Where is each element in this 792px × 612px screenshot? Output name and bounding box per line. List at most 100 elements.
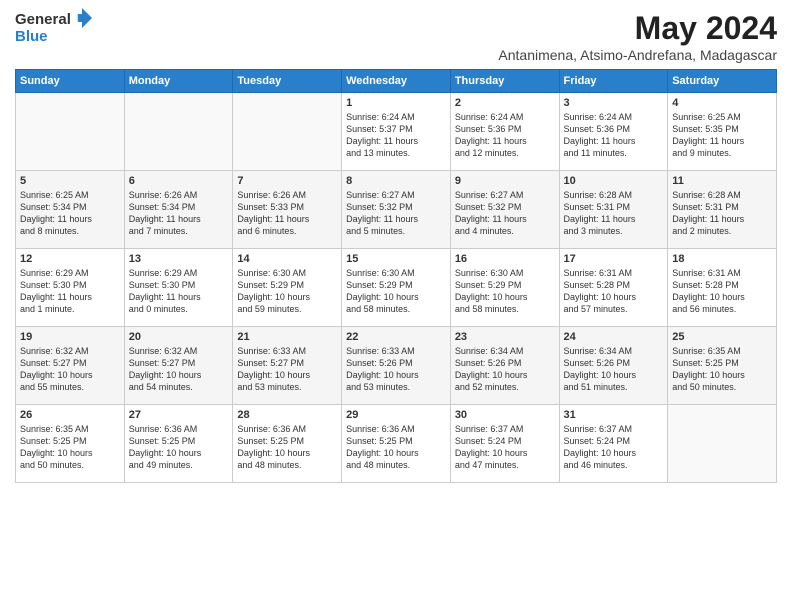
day-number: 18 — [672, 253, 772, 265]
day-info: Sunrise: 6:26 AM Sunset: 5:34 PM Dayligh… — [129, 189, 229, 238]
day-info: Sunrise: 6:24 AM Sunset: 5:37 PM Dayligh… — [346, 111, 446, 160]
day-number: 20 — [129, 331, 229, 343]
day-number: 7 — [237, 175, 337, 187]
day-info: Sunrise: 6:35 AM Sunset: 5:25 PM Dayligh… — [20, 423, 120, 472]
day-number: 13 — [129, 253, 229, 265]
calendar-cell: 31 Sunrise: 6:37 AM Sunset: 5:24 PM Dayli… — [559, 405, 668, 483]
day-info: Sunrise: 6:37 AM Sunset: 5:24 PM Dayligh… — [564, 423, 664, 472]
day-number: 26 — [20, 409, 120, 421]
day-number: 22 — [346, 331, 446, 343]
day-info: Sunrise: 6:30 AM Sunset: 5:29 PM Dayligh… — [455, 267, 555, 316]
page-container: General Blue May 2024 Antanimena, Atsimo… — [0, 0, 792, 493]
day-info: Sunrise: 6:24 AM Sunset: 5:36 PM Dayligh… — [564, 111, 664, 160]
calendar-cell: 8 Sunrise: 6:27 AM Sunset: 5:32 PM Daylig… — [342, 171, 451, 249]
logo-blue: Blue — [15, 28, 48, 45]
calendar-cell: 19Sunrise: 6:32 AM Sunset: 5:27 PM Dayli… — [16, 327, 125, 405]
calendar-cell: 29Sunrise: 6:36 AM Sunset: 5:25 PM Dayli… — [342, 405, 451, 483]
day-number: 8 — [346, 175, 446, 187]
header-sunday: Sunday — [16, 70, 125, 93]
day-number: 4 — [672, 97, 772, 109]
weekday-header-row: Sunday Monday Tuesday Wednesday Thursday… — [16, 70, 777, 93]
day-info: Sunrise: 6:36 AM Sunset: 5:25 PM Dayligh… — [129, 423, 229, 472]
calendar-cell: 1 Sunrise: 6:24 AM Sunset: 5:37 PM Daylig… — [342, 93, 451, 171]
calendar-cell: 28 Sunrise: 6:36 AM Sunset: 5:25 PM Dayli… — [233, 405, 342, 483]
day-info: Sunrise: 6:34 AM Sunset: 5:26 PM Dayligh… — [455, 345, 555, 394]
day-number: 14 — [237, 253, 337, 265]
day-info: Sunrise: 6:33 AM Sunset: 5:26 PM Dayligh… — [346, 345, 446, 394]
day-info: Sunrise: 6:29 AM Sunset: 5:30 PM Dayligh… — [129, 267, 229, 316]
calendar-cell: 4 Sunrise: 6:25 AM Sunset: 5:35 PM Daylig… — [668, 93, 777, 171]
calendar-cell: 27Sunrise: 6:36 AM Sunset: 5:25 PM Dayli… — [124, 405, 233, 483]
calendar-cell: 18Sunrise: 6:31 AM Sunset: 5:28 PM Dayli… — [668, 249, 777, 327]
calendar-cell: 3 Sunrise: 6:24 AM Sunset: 5:36 PM Daylig… — [559, 93, 668, 171]
day-info: Sunrise: 6:28 AM Sunset: 5:31 PM Dayligh… — [672, 189, 772, 238]
calendar-table: Sunday Monday Tuesday Wednesday Thursday… — [15, 69, 777, 483]
day-info: Sunrise: 6:27 AM Sunset: 5:32 PM Dayligh… — [455, 189, 555, 238]
day-info: Sunrise: 6:30 AM Sunset: 5:29 PM Dayligh… — [346, 267, 446, 316]
calendar-cell: 2Sunrise: 6:24 AM Sunset: 5:36 PM Daylig… — [450, 93, 559, 171]
calendar-cell — [124, 93, 233, 171]
day-info: Sunrise: 6:35 AM Sunset: 5:25 PM Dayligh… — [672, 345, 772, 394]
calendar-cell: 21 Sunrise: 6:33 AM Sunset: 5:27 PM Dayli… — [233, 327, 342, 405]
calendar-cell — [16, 93, 125, 171]
calendar-cell: 11 Sunrise: 6:28 AM Sunset: 5:31 PM Dayli… — [668, 171, 777, 249]
day-number: 6 — [129, 175, 229, 187]
day-info: Sunrise: 6:36 AM Sunset: 5:25 PM Dayligh… — [346, 423, 446, 472]
day-number: 21 — [237, 331, 337, 343]
header-tuesday: Tuesday — [233, 70, 342, 93]
day-info: Sunrise: 6:32 AM Sunset: 5:27 PM Dayligh… — [20, 345, 120, 394]
day-number: 10 — [564, 175, 664, 187]
header-thursday: Thursday — [450, 70, 559, 93]
calendar-week-5: 26 Sunrise: 6:35 AM Sunset: 5:25 PM Dayli… — [16, 405, 777, 483]
day-number: 28 — [237, 409, 337, 421]
header-friday: Friday — [559, 70, 668, 93]
day-info: Sunrise: 6:24 AM Sunset: 5:36 PM Dayligh… — [455, 111, 555, 160]
calendar-cell: 24Sunrise: 6:34 AM Sunset: 5:26 PM Dayli… — [559, 327, 668, 405]
calendar-cell: 12Sunrise: 6:29 AM Sunset: 5:30 PM Dayli… — [16, 249, 125, 327]
day-number: 15 — [346, 253, 446, 265]
day-number: 30 — [455, 409, 555, 421]
logo: General Blue — [15, 10, 92, 46]
day-info: Sunrise: 6:31 AM Sunset: 5:28 PM Dayligh… — [564, 267, 664, 316]
day-info: Sunrise: 6:36 AM Sunset: 5:25 PM Dayligh… — [237, 423, 337, 472]
header-monday: Monday — [124, 70, 233, 93]
header-saturday: Saturday — [668, 70, 777, 93]
calendar-cell: 6 Sunrise: 6:26 AM Sunset: 5:34 PM Daylig… — [124, 171, 233, 249]
day-number: 1 — [346, 97, 446, 109]
day-number: 5 — [20, 175, 120, 187]
calendar-cell — [233, 93, 342, 171]
location: Antanimena, Atsimo-Andrefana, Madagascar — [498, 47, 777, 63]
calendar-week-4: 19Sunrise: 6:32 AM Sunset: 5:27 PM Dayli… — [16, 327, 777, 405]
day-info: Sunrise: 6:28 AM Sunset: 5:31 PM Dayligh… — [564, 189, 664, 238]
day-number: 23 — [455, 331, 555, 343]
calendar-cell: 7 Sunrise: 6:26 AM Sunset: 5:33 PM Daylig… — [233, 171, 342, 249]
calendar-cell: 5Sunrise: 6:25 AM Sunset: 5:34 PM Daylig… — [16, 171, 125, 249]
day-info: Sunrise: 6:26 AM Sunset: 5:33 PM Dayligh… — [237, 189, 337, 238]
calendar-cell — [668, 405, 777, 483]
calendar-week-2: 5Sunrise: 6:25 AM Sunset: 5:34 PM Daylig… — [16, 171, 777, 249]
calendar-cell: 26 Sunrise: 6:35 AM Sunset: 5:25 PM Dayli… — [16, 405, 125, 483]
day-info: Sunrise: 6:33 AM Sunset: 5:27 PM Dayligh… — [237, 345, 337, 394]
day-number: 16 — [455, 253, 555, 265]
title-area: May 2024 Antanimena, Atsimo-Andrefana, M… — [498, 10, 777, 63]
calendar-cell: 10 Sunrise: 6:28 AM Sunset: 5:31 PM Dayli… — [559, 171, 668, 249]
day-info: Sunrise: 6:32 AM Sunset: 5:27 PM Dayligh… — [129, 345, 229, 394]
day-info: Sunrise: 6:25 AM Sunset: 5:35 PM Dayligh… — [672, 111, 772, 160]
day-number: 24 — [564, 331, 664, 343]
day-info: Sunrise: 6:27 AM Sunset: 5:32 PM Dayligh… — [346, 189, 446, 238]
day-number: 31 — [564, 409, 664, 421]
day-number: 9 — [455, 175, 555, 187]
calendar-cell: 30Sunrise: 6:37 AM Sunset: 5:24 PM Dayli… — [450, 405, 559, 483]
calendar-cell: 14 Sunrise: 6:30 AM Sunset: 5:29 PM Dayli… — [233, 249, 342, 327]
calendar-week-3: 12Sunrise: 6:29 AM Sunset: 5:30 PM Dayli… — [16, 249, 777, 327]
day-number: 11 — [672, 175, 772, 187]
day-info: Sunrise: 6:29 AM Sunset: 5:30 PM Dayligh… — [20, 267, 120, 316]
calendar-cell: 23 Sunrise: 6:34 AM Sunset: 5:26 PM Dayli… — [450, 327, 559, 405]
calendar-cell: 22 Sunrise: 6:33 AM Sunset: 5:26 PM Dayli… — [342, 327, 451, 405]
day-number: 25 — [672, 331, 772, 343]
day-info: Sunrise: 6:30 AM Sunset: 5:29 PM Dayligh… — [237, 267, 337, 316]
calendar-cell: 16 Sunrise: 6:30 AM Sunset: 5:29 PM Dayli… — [450, 249, 559, 327]
day-number: 17 — [564, 253, 664, 265]
day-number: 3 — [564, 97, 664, 109]
month-year: May 2024 — [498, 10, 777, 47]
